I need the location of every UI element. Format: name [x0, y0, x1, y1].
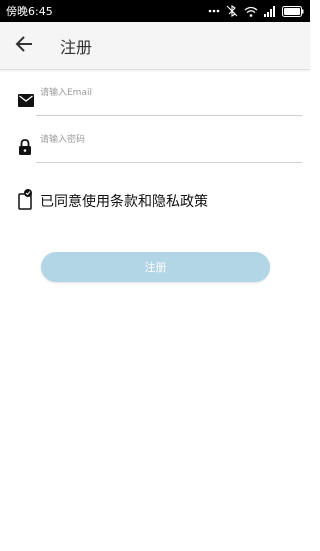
email-field[interactable] — [18, 80, 302, 116]
signal-icon — [264, 5, 276, 17]
back-button[interactable] — [0, 22, 48, 70]
email-input[interactable] — [40, 82, 302, 104]
page-title: 注册 — [60, 37, 93, 57]
battery-icon — [282, 5, 304, 17]
bluetooth-off-icon — [226, 5, 238, 17]
more-dots-icon — [208, 9, 220, 13]
back-arrow-icon — [15, 35, 33, 56]
lock-icon — [18, 139, 34, 155]
email-underline — [36, 115, 302, 116]
status-bar: 傍晚6:45 — [0, 0, 310, 22]
wifi-icon — [244, 6, 258, 17]
mail-icon — [18, 92, 34, 108]
password-field[interactable] — [18, 127, 302, 163]
status-icons — [208, 5, 304, 17]
checkbox-icon — [18, 188, 34, 214]
agree-terms-label: 已同意使用条款和隐私政策 — [40, 194, 208, 210]
app-bar: 注册 — [0, 22, 310, 70]
password-underline — [36, 162, 302, 163]
status-time: 傍晚6:45 — [6, 5, 53, 18]
register-button[interactable]: 注册 — [41, 252, 270, 282]
password-input[interactable] — [40, 129, 302, 151]
agree-terms-checkbox[interactable]: 已同意使用条款和隐私政策 — [18, 188, 208, 214]
